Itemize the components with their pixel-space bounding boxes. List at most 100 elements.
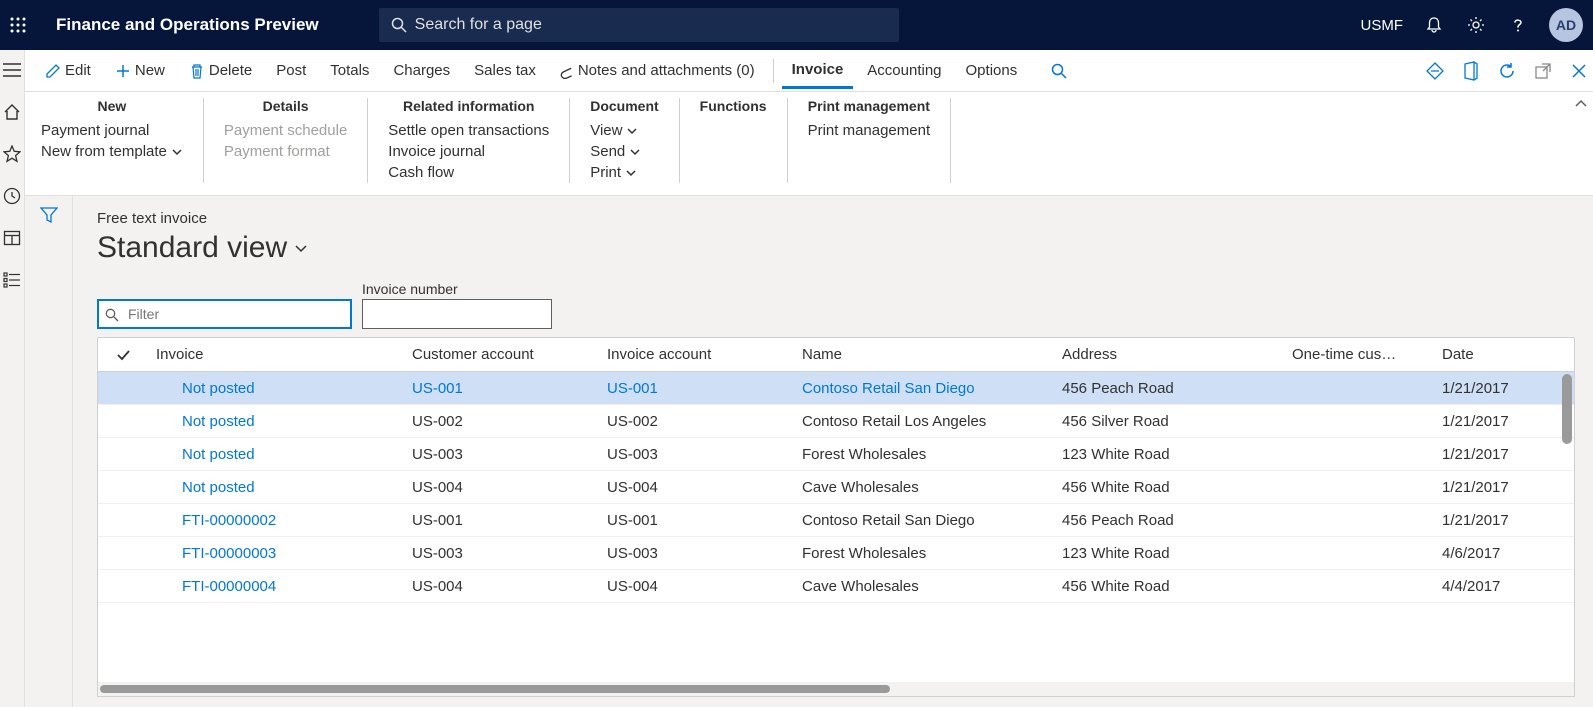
- cell-customer[interactable]: US-004: [404, 479, 599, 496]
- nav-rail: [0, 50, 25, 707]
- cell-invoice-account[interactable]: US-001: [599, 512, 794, 529]
- cell-invoice[interactable]: Not posted: [148, 380, 404, 397]
- chevron-down-icon: [293, 240, 309, 256]
- header-address[interactable]: Address: [1054, 346, 1284, 363]
- cell-name[interactable]: Forest Wholesales: [794, 545, 1054, 562]
- invoice-number-input[interactable]: [362, 299, 552, 329]
- salestax-button[interactable]: Sales tax: [464, 58, 546, 83]
- header-name[interactable]: Name: [794, 346, 1054, 363]
- cell-invoice[interactable]: Not posted: [148, 446, 404, 463]
- notes-button[interactable]: Notes and attachments (0): [550, 58, 765, 83]
- horizontal-scrollbar[interactable]: [100, 685, 890, 693]
- cell-invoice[interactable]: FTI-00000003: [148, 545, 404, 562]
- new-from-template-button[interactable]: New from template: [41, 141, 183, 162]
- cell-name[interactable]: Cave Wholesales: [794, 479, 1054, 496]
- cell-customer[interactable]: US-001: [404, 512, 599, 529]
- table-row[interactable]: Not postedUS-001US-001Contoso Retail San…: [98, 372, 1574, 405]
- edit-button[interactable]: Edit: [35, 58, 101, 83]
- charges-button[interactable]: Charges: [383, 58, 460, 83]
- workspace-icon[interactable]: [0, 226, 24, 250]
- header-invoice-account[interactable]: Invoice account: [599, 346, 794, 363]
- new-button[interactable]: New: [105, 58, 175, 83]
- settle-open-button[interactable]: Settle open transactions: [388, 120, 549, 141]
- cell-invoice-account[interactable]: US-001: [599, 380, 794, 397]
- table-row[interactable]: Not postedUS-002US-002Contoso Retail Los…: [98, 405, 1574, 438]
- tab-accounting[interactable]: Accounting: [857, 54, 951, 87]
- cell-name[interactable]: Contoso Retail Los Angeles: [794, 413, 1054, 430]
- office-icon[interactable]: [1461, 61, 1481, 81]
- print-management-button[interactable]: Print management: [808, 120, 931, 141]
- cell-name[interactable]: Forest Wholesales: [794, 446, 1054, 463]
- vertical-scrollbar[interactable]: [1562, 374, 1572, 444]
- hamburger-icon[interactable]: [0, 58, 24, 82]
- app-launcher-icon[interactable]: [10, 17, 46, 33]
- header-date[interactable]: Date: [1434, 346, 1574, 363]
- refresh-icon[interactable]: [1497, 61, 1517, 81]
- ribbon-group-functions: Functions: [680, 98, 788, 183]
- cell-name[interactable]: Cave Wholesales: [794, 578, 1054, 595]
- cell-date: 1/21/2017: [1434, 380, 1574, 397]
- cell-customer[interactable]: US-004: [404, 578, 599, 595]
- find-button[interactable]: [1041, 59, 1077, 83]
- table-row[interactable]: FTI-00000004US-004US-004Cave Wholesales4…: [98, 570, 1574, 603]
- tab-options[interactable]: Options: [956, 54, 1028, 87]
- invoice-number-label: Invoice number: [362, 281, 552, 297]
- bell-icon[interactable]: [1423, 14, 1445, 36]
- modules-icon[interactable]: [0, 268, 24, 292]
- send-button[interactable]: Send: [590, 141, 658, 162]
- cell-address: 456 Peach Road: [1054, 380, 1284, 397]
- print-button[interactable]: Print: [590, 162, 658, 183]
- ribbon-functions-title: Functions: [700, 98, 767, 114]
- view-name[interactable]: Standard view: [97, 231, 1575, 265]
- header-onetime[interactable]: One-time cus…: [1284, 346, 1434, 363]
- collapse-ribbon-icon[interactable]: [1573, 96, 1589, 112]
- header-invoice[interactable]: Invoice: [148, 346, 404, 363]
- filter-rail: [25, 196, 73, 707]
- table-row[interactable]: FTI-00000002US-001US-001Contoso Retail S…: [98, 504, 1574, 537]
- cell-name[interactable]: Contoso Retail San Diego: [794, 512, 1054, 529]
- clock-icon[interactable]: [0, 184, 24, 208]
- filter-pane-icon[interactable]: [40, 206, 58, 707]
- cell-invoice-account[interactable]: US-004: [599, 578, 794, 595]
- table-row[interactable]: FTI-00000003US-003US-003Forest Wholesale…: [98, 537, 1574, 570]
- totals-button[interactable]: Totals: [320, 58, 379, 83]
- payment-journal-button[interactable]: Payment journal: [41, 120, 183, 141]
- cell-invoice[interactable]: FTI-00000002: [148, 512, 404, 529]
- cell-customer[interactable]: US-003: [404, 545, 599, 562]
- search-box[interactable]: Search for a page: [379, 8, 899, 42]
- popout-icon[interactable]: [1533, 61, 1553, 81]
- gear-icon[interactable]: [1465, 14, 1487, 36]
- table-row[interactable]: Not postedUS-003US-003Forest Wholesales1…: [98, 438, 1574, 471]
- cell-invoice[interactable]: Not posted: [148, 413, 404, 430]
- star-icon[interactable]: [0, 142, 24, 166]
- personalize-icon[interactable]: [1425, 61, 1445, 81]
- cell-invoice-account[interactable]: US-003: [599, 545, 794, 562]
- delete-button[interactable]: Delete: [179, 58, 262, 83]
- new-label: New: [135, 62, 165, 79]
- cell-customer[interactable]: US-003: [404, 446, 599, 463]
- view-button[interactable]: View: [590, 120, 658, 141]
- header-customer-account[interactable]: Customer account: [404, 346, 599, 363]
- cell-invoice-account[interactable]: US-003: [599, 446, 794, 463]
- help-icon[interactable]: [1507, 14, 1529, 36]
- cell-invoice[interactable]: FTI-00000004: [148, 578, 404, 595]
- cell-date: 1/21/2017: [1434, 413, 1574, 430]
- close-icon[interactable]: [1569, 61, 1589, 81]
- legal-entity[interactable]: USMF: [1361, 17, 1404, 34]
- tab-invoice[interactable]: Invoice: [782, 53, 854, 89]
- select-all-checkbox[interactable]: [98, 347, 148, 363]
- avatar[interactable]: AD: [1549, 8, 1583, 42]
- filter-input[interactable]: [97, 299, 352, 329]
- home-icon[interactable]: [0, 100, 24, 124]
- cash-flow-button[interactable]: Cash flow: [388, 162, 549, 183]
- invoice-journal-button[interactable]: Invoice journal: [388, 141, 549, 162]
- cell-invoice-account[interactable]: US-004: [599, 479, 794, 496]
- cell-invoice[interactable]: Not posted: [148, 479, 404, 496]
- cell-invoice-account[interactable]: US-002: [599, 413, 794, 430]
- cell-name[interactable]: Contoso Retail San Diego: [794, 380, 1054, 397]
- post-button[interactable]: Post: [266, 58, 316, 83]
- cell-customer[interactable]: US-002: [404, 413, 599, 430]
- quick-filter: [97, 299, 352, 329]
- table-row[interactable]: Not postedUS-004US-004Cave Wholesales456…: [98, 471, 1574, 504]
- cell-customer[interactable]: US-001: [404, 380, 599, 397]
